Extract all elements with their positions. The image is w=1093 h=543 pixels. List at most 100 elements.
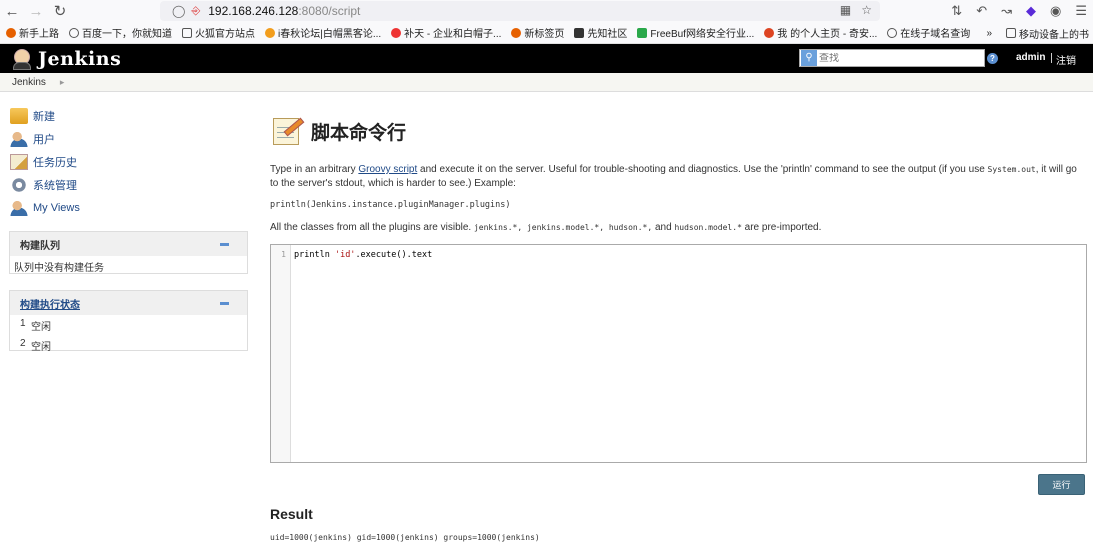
jenkins-logo[interactable]: Jenkins: [12, 48, 121, 70]
reload-icon[interactable]: ↻: [48, 0, 72, 22]
butian-icon: [391, 27, 402, 38]
bookmarks-overflow: » 移动设备上的书: [976, 22, 1093, 43]
freebuf-icon: [637, 27, 648, 38]
extension-icon[interactable]: ↝: [1001, 3, 1012, 19]
imports-code: hudson.model.*: [674, 223, 742, 232]
breadcrumb: Jenkins ▸: [0, 73, 1093, 92]
system-out-code: System.out: [987, 165, 1036, 174]
sidebar-item-new[interactable]: 新建: [10, 104, 246, 127]
sidebar-item-history[interactable]: 任务历史: [10, 150, 246, 173]
build-queue-header: 构建队列: [10, 232, 247, 256]
notepad-icon: [271, 115, 305, 147]
script-editor[interactable]: 1 println 'id'.execute().text: [270, 244, 1087, 463]
jenkins-butler-icon: [12, 48, 32, 70]
browser-extensions: ⇅ ↶ ↝ ◆ ◉ ☰: [951, 0, 1087, 22]
bookmark-item[interactable]: 在线子域名查询: [887, 25, 970, 40]
build-queue-empty: 队列中没有构建任务: [14, 263, 104, 274]
run-button[interactable]: 运行: [1038, 474, 1085, 495]
example-code: println(Jenkins.instance.pluginManager.p…: [270, 200, 511, 210]
bookmarks-bar: 新手上路 百度一下，你就知道 火狐官方站点 i春秋论坛|白帽黑客论... 补天 …: [0, 22, 1093, 44]
result-output: uid=1000(jenkins) gid=1000(jenkins) grou…: [270, 533, 540, 542]
header-separator: [1051, 53, 1052, 63]
globe-icon: [887, 27, 898, 38]
jenkins-header: Jenkins ⚲ ? admin 注销: [0, 44, 1093, 73]
script-description: Type in an arbitrary Groovy script and e…: [270, 164, 1077, 189]
sidebar-tasks: 新建 用户 任务历史 系统管理 My Views: [10, 104, 246, 219]
ichunqiu-icon: [265, 27, 275, 38]
groovy-script-link[interactable]: Groovy script: [358, 164, 417, 175]
globe-icon: [69, 27, 79, 38]
views-icon: [10, 199, 28, 216]
executor-pane: 构建执行状态 1 空闲 2 空闲: [9, 290, 248, 353]
imports-code: jenkins.*, jenkins.model.*, hudson.*,: [473, 223, 653, 232]
xianzhi-icon: [574, 27, 585, 38]
chevron-right-icon[interactable]: ▸: [60, 77, 65, 88]
build-queue-title: 构建队列: [20, 240, 60, 252]
search-box[interactable]: ⚲: [799, 49, 985, 67]
folder-icon: [1006, 28, 1016, 38]
bookmark-item[interactable]: 百度一下，你就知道: [69, 25, 172, 40]
qianxin-icon: [764, 27, 775, 38]
bookmark-item[interactable]: 新标签页: [511, 25, 564, 40]
insecure-lock-icon[interactable]: ⎆: [191, 5, 200, 18]
executor-status: 空闲: [31, 322, 51, 333]
collapse-icon[interactable]: [220, 243, 229, 246]
executor-header: 构建执行状态: [10, 291, 247, 315]
user-link[interactable]: admin: [1016, 52, 1045, 63]
breadcrumb-jenkins[interactable]: Jenkins: [12, 77, 46, 88]
jenkins-title: Jenkins: [38, 47, 122, 70]
bookmark-item[interactable]: FreeBuf网络安全行业...: [637, 25, 754, 40]
folder-icon: [182, 27, 192, 38]
executor-number: 2: [20, 338, 26, 349]
extension-icon[interactable]: ◆: [1026, 3, 1036, 19]
bookmark-item[interactable]: 补天 - 企业和白帽子...: [391, 25, 501, 40]
url-bar[interactable]: ◯ ⎆ 192.168.246.128:8080/script ▦ ☆: [160, 1, 880, 21]
bookmark-item[interactable]: 我 的个人主页 - 奇安...: [764, 25, 877, 40]
logout-link[interactable]: 注销: [1056, 52, 1076, 67]
bookmark-star-icon[interactable]: ☆: [861, 3, 872, 17]
extension-icon[interactable]: ◉: [1050, 3, 1061, 19]
forward-icon[interactable]: →: [24, 0, 48, 22]
qr-code-icon[interactable]: ▦: [840, 3, 851, 17]
imports-note: All the classes from all the plugins are…: [270, 222, 822, 233]
collapse-icon[interactable]: [220, 302, 229, 305]
browser-toolbar: ← → ↻ ◯ ⎆ 192.168.246.128:8080/script ▦ …: [0, 0, 1093, 22]
shield-icon: ◯: [172, 4, 186, 18]
executor-row: 1 空闲: [10, 315, 247, 335]
line-number: 1: [281, 250, 286, 259]
help-icon[interactable]: ?: [987, 53, 998, 64]
sidebar-item-users[interactable]: 用户: [10, 127, 246, 150]
users-icon: [10, 130, 28, 147]
new-item-icon: [10, 107, 28, 124]
url-host: 192.168.246.128: [208, 4, 299, 18]
executor-title-link[interactable]: 构建执行状态: [20, 296, 80, 311]
script-code[interactable]: println 'id'.execute().text: [294, 250, 432, 260]
bookmark-item[interactable]: 新手上路: [6, 25, 59, 40]
back-icon[interactable]: ←: [0, 0, 24, 22]
firefox-icon: [6, 27, 16, 38]
search-input[interactable]: [819, 52, 979, 64]
executor-row: 2 空闲: [10, 335, 247, 355]
firefox-icon: [511, 27, 522, 38]
executor-number: 1: [20, 318, 26, 329]
extension-icon[interactable]: ⇅: [951, 3, 962, 19]
result-heading: Result: [270, 506, 313, 522]
bookmark-item[interactable]: 火狐官方站点: [182, 25, 255, 40]
line-gutter: 1: [271, 245, 291, 462]
bookmark-item[interactable]: i春秋论坛|白帽黑客论...: [265, 25, 381, 40]
menu-icon[interactable]: ☰: [1075, 3, 1087, 19]
gear-icon: [10, 176, 28, 193]
mobile-bookmarks[interactable]: 移动设备上的书: [1006, 26, 1089, 41]
history-icon: [10, 153, 28, 170]
page-title: 脚本命令行: [311, 121, 407, 144]
extension-icon[interactable]: ↶: [976, 3, 987, 19]
build-queue-pane: 构建队列 队列中没有构建任务: [9, 231, 248, 274]
executor-status: 空闲: [31, 342, 51, 353]
sidebar-item-manage[interactable]: 系统管理: [10, 173, 246, 196]
page-title-block: 脚本命令行: [271, 115, 406, 147]
url-path: :8080/script: [298, 4, 361, 18]
search-icon: ⚲: [801, 50, 817, 66]
chevron-right-icon[interactable]: »: [986, 28, 992, 39]
sidebar-item-my-views[interactable]: My Views: [10, 196, 246, 219]
bookmark-item[interactable]: 先知社区: [574, 25, 627, 40]
